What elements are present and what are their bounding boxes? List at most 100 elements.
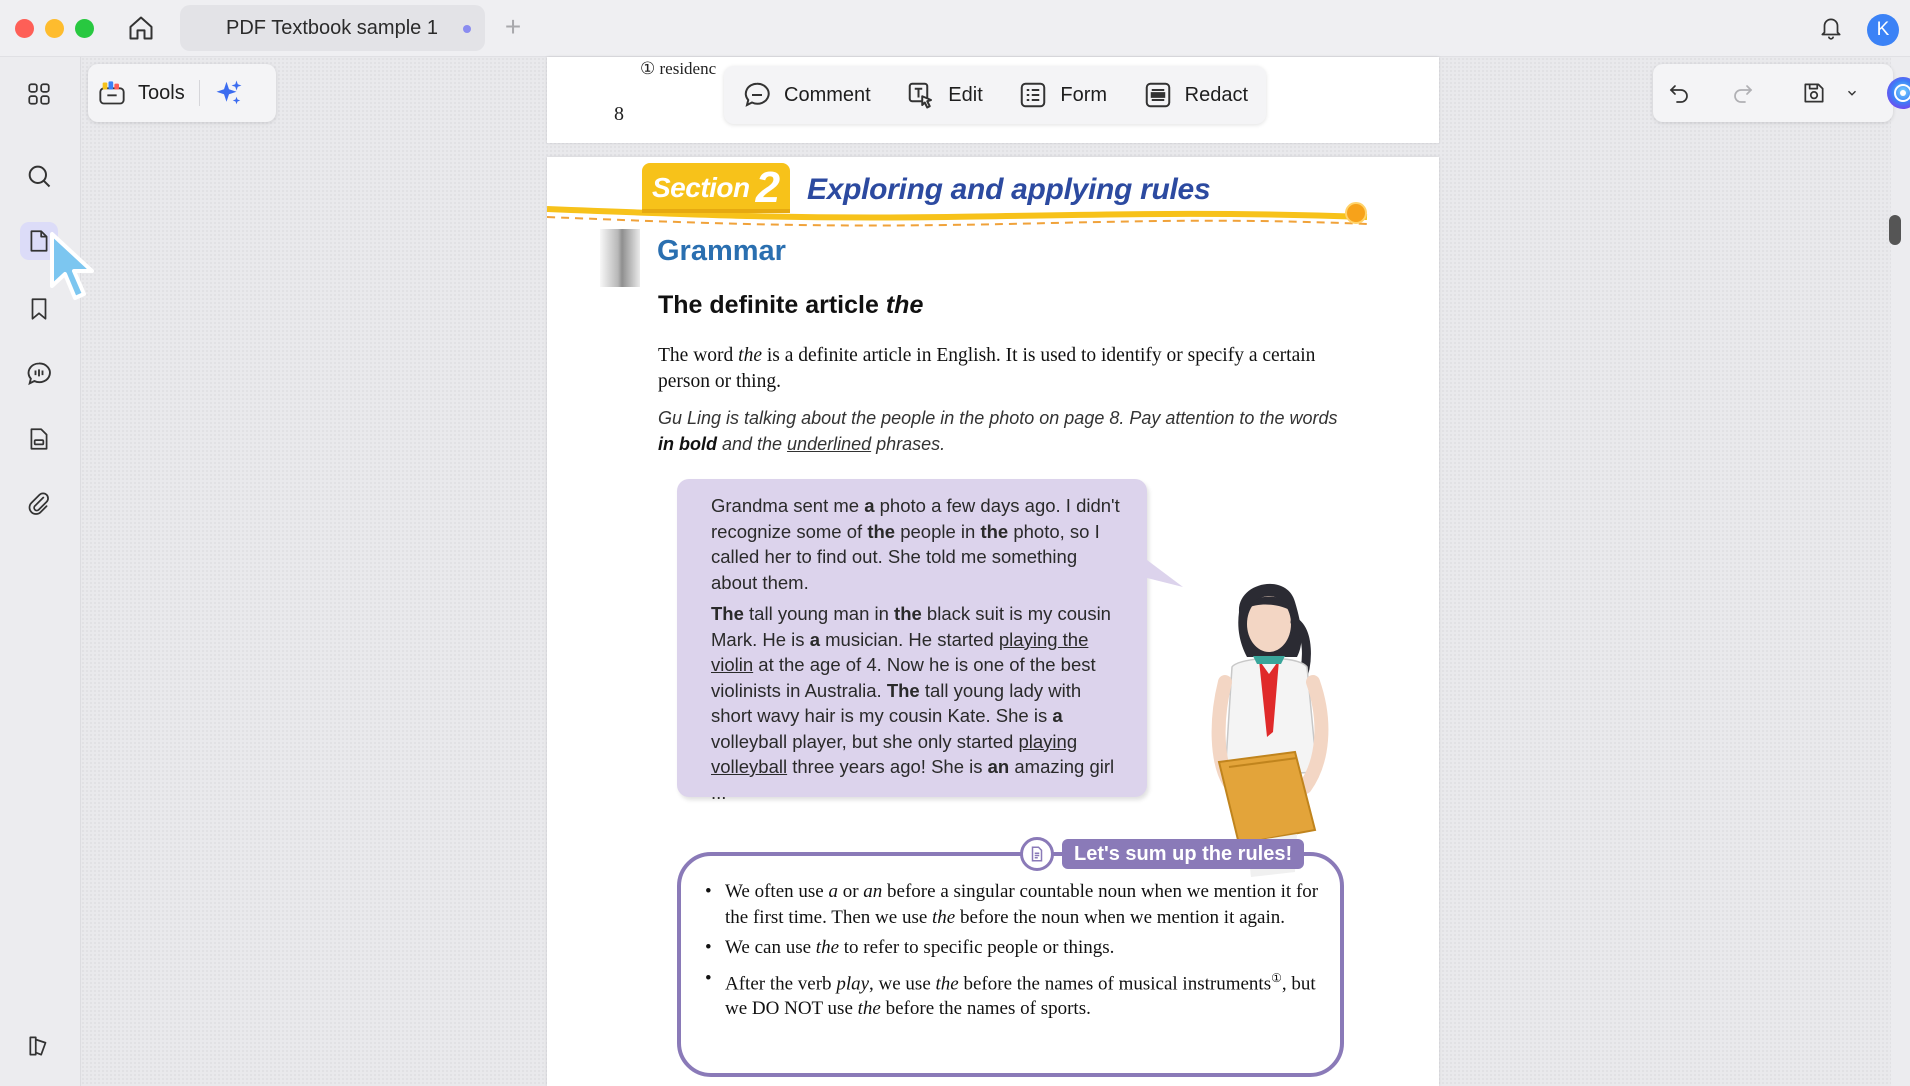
search-icon: [28, 165, 51, 188]
rule-footnote-marker: ①: [1271, 970, 1282, 985]
chevron-down-icon: [1848, 90, 1856, 96]
sidebar-icon: [29, 1036, 47, 1056]
sidebar-toggle-button[interactable]: [20, 1027, 58, 1065]
rules-document-icon: [1020, 837, 1054, 871]
mouse-cursor-icon: [50, 232, 94, 300]
save-options-dropdown[interactable]: [1845, 71, 1879, 115]
tools-panel: Tools: [88, 64, 276, 122]
undo-icon: [1669, 85, 1688, 103]
rule-text: before the names of sports.: [880, 998, 1091, 1020]
comment-button[interactable]: Comment: [732, 73, 881, 117]
bubble-text: tall young man in: [743, 603, 895, 624]
save-button[interactable]: [1789, 71, 1845, 115]
ai-assistant-button[interactable]: [204, 71, 266, 115]
rule-text: We often use: [725, 881, 829, 902]
notifications-button[interactable]: [1815, 12, 1847, 44]
rule-text: before the noun when we mention it again…: [955, 906, 1285, 928]
forms-button[interactable]: [20, 420, 58, 458]
section-title: Exploring and applying rules: [807, 173, 1211, 206]
instruction-text-3: phrases.: [871, 434, 946, 454]
bubble-text: musician. He started: [819, 628, 999, 650]
bubble-bold: a: [1052, 705, 1063, 726]
thumbnails-button[interactable]: [20, 75, 58, 113]
bubble-bold: a: [809, 628, 820, 650]
instruction-text-2: and the: [716, 434, 788, 454]
form-button[interactable]: Form: [1008, 73, 1117, 117]
bubble-bold: the: [867, 520, 896, 542]
rule-italic: a: [828, 881, 838, 902]
redo-button[interactable]: [1717, 71, 1781, 115]
search-button[interactable]: [20, 157, 58, 195]
intro-text-1: The word: [658, 345, 739, 366]
zoom-window-button[interactable]: [75, 19, 94, 38]
rule-text: , we use: [869, 972, 936, 994]
bubble-bold: the: [894, 603, 922, 624]
toolbar-divider: [198, 80, 200, 106]
rule-italic: the: [932, 906, 956, 928]
bubble-underline: playing: [1018, 730, 1078, 752]
close-window-button[interactable]: [15, 19, 34, 38]
document-tab[interactable]: PDF Textbook sample 1: [180, 5, 485, 51]
bubble-paragraph-2: The tall young man in the black suit is …: [711, 601, 1123, 805]
rule-italic: an: [863, 881, 883, 902]
ai-chat-button[interactable]: [1879, 71, 1910, 115]
tab-label: PDF Textbook sample 1: [226, 16, 438, 39]
rule-italic: the: [857, 998, 881, 1020]
bubble-bold: The: [711, 603, 744, 624]
history-toolbar: [1653, 64, 1910, 122]
pdf-page: Section 2 Exploring and applying rules G…: [547, 157, 1439, 1086]
tools-button[interactable]: Tools: [88, 71, 195, 115]
grid-icon: [28, 83, 50, 105]
rule-item: We can use the to refer to specific peop…: [705, 935, 1325, 961]
heading-italic: the: [885, 291, 924, 319]
avatar[interactable]: K: [1867, 14, 1899, 46]
bubble-underline: volleyball: [711, 756, 788, 777]
rule-item: We often use a or an before a singular c…: [705, 879, 1325, 930]
new-tab-button[interactable]: +: [498, 12, 528, 42]
page-heading: The definite article the: [658, 291, 923, 320]
rule-italic: the: [815, 937, 840, 958]
instruction-bold: in bold: [658, 434, 717, 454]
redo-icon: [1734, 85, 1753, 103]
rule-item: After the verb play, we use the before t…: [705, 966, 1325, 1022]
comments-button[interactable]: [20, 355, 58, 393]
home-button[interactable]: [125, 12, 157, 44]
form-list-icon: [1021, 82, 1046, 108]
edit-button[interactable]: Edit: [896, 73, 992, 117]
page-number: 8: [614, 103, 624, 125]
rule-text: We can use: [725, 937, 816, 958]
bubble-text: people in: [895, 520, 981, 542]
comment-label: Comment: [784, 83, 871, 106]
save-icon: [1804, 83, 1824, 103]
undo-button[interactable]: [1653, 71, 1717, 115]
bell-icon: [1821, 18, 1841, 40]
bubble-text: Grandma sent me: [711, 495, 865, 516]
sparkle-icon: [216, 80, 242, 105]
bubble-paragraph-1: Grandma sent me a photo a few days ago. …: [711, 493, 1123, 595]
instruction-text-1: Gu Ling is talking about the people in t…: [658, 408, 1338, 428]
attachment-icon: [28, 492, 49, 515]
rule-text: to refer to specific people or things.: [839, 937, 1115, 958]
instruction-paragraph: Gu Ling is talking about the people in t…: [658, 405, 1358, 457]
redact-label: Redact: [1184, 83, 1248, 106]
bubble-bold: The: [886, 679, 920, 701]
redact-button[interactable]: Redact: [1133, 73, 1258, 117]
form-icon: [30, 428, 48, 450]
vertical-scrollbar-thumb[interactable]: [1889, 215, 1901, 245]
attachments-button[interactable]: [20, 485, 58, 523]
rule-text: After the verb: [725, 972, 837, 994]
form-label: Form: [1060, 83, 1108, 106]
rules-list: We often use a or an before a singular c…: [705, 879, 1325, 1027]
rule-text: or: [837, 881, 864, 902]
bubble-bold: a: [864, 495, 875, 516]
section-badge: Section 2: [642, 163, 791, 213]
unsaved-indicator: [463, 25, 471, 33]
minimize-window-button[interactable]: [45, 19, 64, 38]
toolbox-icon: [99, 81, 125, 105]
section-number: 2: [755, 163, 781, 212]
title-bar: PDF Textbook sample 1 + K: [0, 0, 1910, 57]
edit-label: Edit: [948, 83, 983, 106]
heading-text: The definite article: [658, 291, 886, 319]
speech-bubble: Grandma sent me a photo a few days ago. …: [677, 479, 1147, 803]
bubble-text: three years ago! She is: [787, 756, 988, 777]
